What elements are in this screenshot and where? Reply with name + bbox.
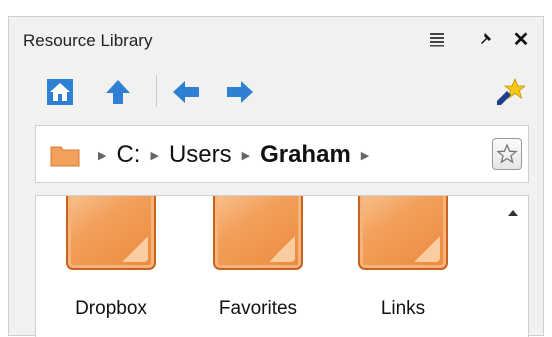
breadcrumb-segment-users[interactable]: Users bbox=[169, 141, 232, 169]
folder-label: Favorites bbox=[218, 298, 298, 319]
folder-view: Dropbox Favorites Links bbox=[35, 195, 529, 337]
chevron-right-icon[interactable]: ▶ bbox=[98, 149, 106, 162]
close-icon[interactable]: ✕ bbox=[509, 27, 533, 51]
pin-star-icon[interactable] bbox=[495, 77, 527, 107]
folder-icon bbox=[358, 196, 448, 270]
folder-item-favorites[interactable]: Favorites bbox=[203, 196, 313, 337]
panel-titlebar: Resource Library ✕ bbox=[9, 17, 543, 61]
chevron-right-icon[interactable]: ▶ bbox=[150, 149, 158, 162]
folder-icon bbox=[213, 196, 303, 270]
folder-label: Dropbox bbox=[75, 298, 147, 319]
forward-arrow-icon[interactable] bbox=[225, 77, 255, 107]
breadcrumb-segment-drive[interactable]: C: bbox=[116, 141, 140, 169]
pin-icon[interactable] bbox=[475, 27, 499, 51]
chevron-right-icon[interactable]: ▶ bbox=[242, 149, 250, 162]
address-bar[interactable]: ▶ C: ▶ Users ▶ Graham ▶ bbox=[35, 125, 529, 183]
chevron-right-icon[interactable]: ▶ bbox=[361, 149, 369, 162]
folder-label: Links bbox=[380, 298, 426, 319]
favorite-star-button[interactable] bbox=[492, 138, 522, 170]
folder-icon bbox=[66, 196, 156, 270]
breadcrumb-segment-graham[interactable]: Graham bbox=[260, 141, 351, 169]
back-arrow-icon[interactable] bbox=[171, 77, 201, 107]
panel-title: Resource Library bbox=[23, 31, 153, 50]
up-arrow-icon[interactable] bbox=[103, 77, 133, 107]
folder-item-dropbox[interactable]: Dropbox bbox=[56, 196, 166, 337]
folder-icon bbox=[50, 143, 80, 167]
resource-library-panel: Resource Library ✕ ▶ C: ▶ Users ▶ Graham… bbox=[8, 16, 544, 337]
scroll-up-icon[interactable] bbox=[508, 210, 518, 216]
menu-icon[interactable] bbox=[425, 27, 449, 51]
navigation-toolbar bbox=[9, 69, 543, 113]
folder-item-links[interactable]: Links bbox=[348, 196, 458, 337]
vertical-scrollbar[interactable] bbox=[502, 196, 528, 337]
breadcrumb: ▶ C: ▶ Users ▶ Graham ▶ bbox=[50, 138, 379, 172]
home-icon[interactable] bbox=[45, 77, 75, 107]
star-icon bbox=[496, 143, 518, 164]
toolbar-separator bbox=[156, 75, 157, 107]
